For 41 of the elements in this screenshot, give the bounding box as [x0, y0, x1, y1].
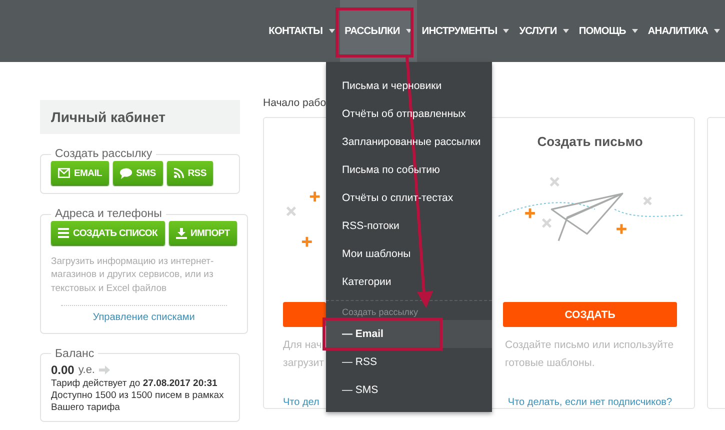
- nav-menu-item[interactable]: ИНСТРУМЕНТЫ: [416, 0, 514, 62]
- nav-menu-item[interactable]: УСЛУГИ: [514, 0, 574, 62]
- manage-lists-link[interactable]: Управление списками: [51, 312, 237, 323]
- balance-amount: 0.00: [51, 362, 74, 377]
- dropdown-menu-item[interactable]: Мои шаблоны: [326, 240, 492, 268]
- panel-legend: Адреса и телефоны: [51, 208, 166, 220]
- caret-icon: [328, 29, 335, 33]
- rss-icon: [174, 168, 184, 178]
- dropdown-menu-item[interactable]: — Email: [326, 320, 492, 348]
- help-link[interactable]: Что делать, если нет подписчиков?: [508, 397, 672, 408]
- caret-icon: [632, 29, 638, 33]
- panel-legend: Создать рассылку: [51, 148, 156, 160]
- card-title: Создать письмо: [537, 134, 643, 150]
- nav-menu-item[interactable]: АНАЛИТИКА: [642, 0, 725, 62]
- arrow-right-icon[interactable]: [99, 364, 110, 375]
- import-hint-text: Загрузить информацию из интернет-магазинов и других сервисов, или из текстовых и Excel файлов: [51, 255, 215, 295]
- caret-icon: [406, 29, 412, 33]
- menu-section-label: Создать рассылку: [341, 306, 419, 319]
- caret-icon: [562, 29, 569, 33]
- help-link[interactable]: Что дел: [283, 397, 320, 408]
- panel-legend: Баланс: [51, 348, 98, 360]
- currency-unit: у.е.: [78, 364, 95, 376]
- card-description: загрузит: [283, 356, 324, 371]
- dropdown-menu-item[interactable]: — RSS: [326, 348, 492, 376]
- available-letters-text: Доступно 1500 из 1500 писем в рамках Вашего тарифа: [51, 390, 225, 414]
- card-description: Для нач: [283, 338, 322, 353]
- nav-menu-item[interactable]: ПОМОЩЬ: [574, 0, 643, 62]
- sidebar-title: Личный кабинет: [40, 100, 240, 134]
- list-icon: [58, 228, 69, 238]
- card-description: Создайте письмо или используйте готовые шаблоны.: [505, 338, 675, 371]
- caret-icon: [714, 29, 720, 33]
- speech-bubble-icon: [120, 168, 132, 178]
- envelope-icon: [58, 168, 70, 178]
- nav-menu-item[interactable]: КОНТАКТЫ: [264, 0, 340, 62]
- tariff-text: Тариф действует до 27.08.2017 20:31: [51, 378, 218, 390]
- section-heading: Начало рабо: [263, 97, 328, 109]
- dropdown-menu-item[interactable]: — SMS: [326, 376, 492, 404]
- dropdown-menu-item[interactable]: RSS-потоки: [326, 212, 492, 240]
- caret-icon: [503, 29, 510, 33]
- download-icon: [176, 228, 187, 238]
- dropdown-menu-item[interactable]: Категории: [326, 268, 492, 296]
